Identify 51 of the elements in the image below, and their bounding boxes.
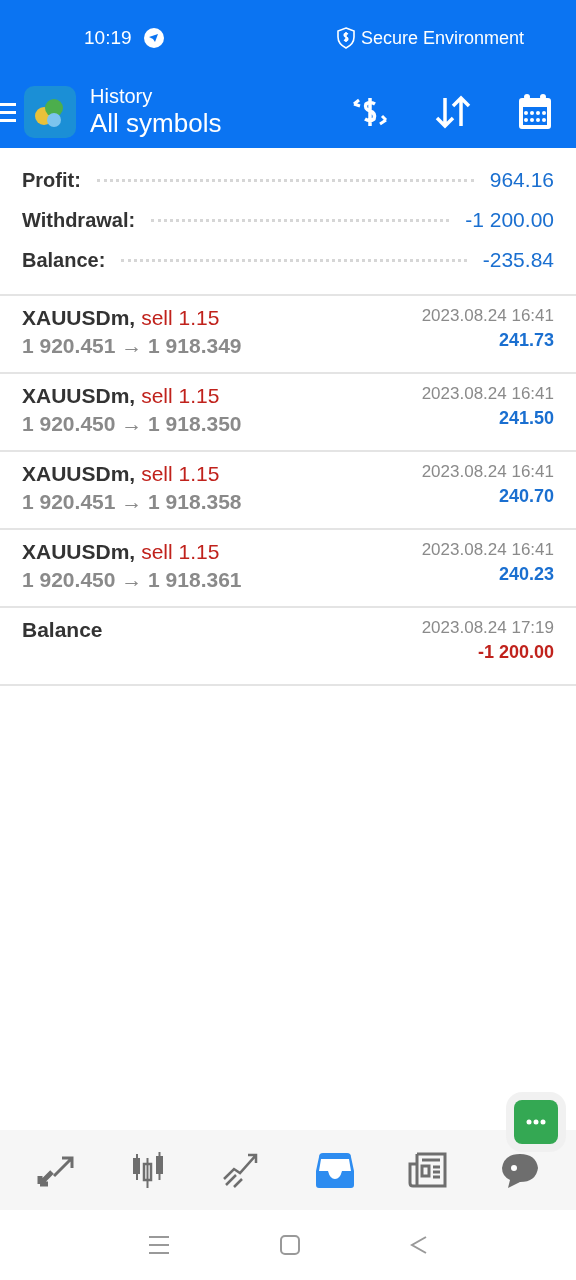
deal-time: 2023.08.24 16:41	[421, 462, 554, 482]
deal-symbol: XAUUSDm,	[22, 306, 136, 330]
deal-time: 2023.08.24 16:41	[421, 384, 554, 404]
deal-time: 2023.08.24 16:41	[421, 540, 554, 560]
deal-symbol: XAUUSDm,	[22, 384, 136, 408]
summary-value: 964.16	[489, 168, 554, 192]
deal-side: sell 1.15	[141, 306, 220, 330]
deal-prices: 1 920.450 → 1 918.361	[22, 568, 242, 592]
deal-symbol: XAUUSDm,	[22, 540, 136, 564]
nav-tab[interactable]	[313, 1151, 356, 1189]
menu-icon[interactable]	[148, 1235, 170, 1255]
deal-amount: 241.73	[498, 330, 554, 351]
summary-value: -235.84	[482, 248, 554, 272]
deal-row[interactable]: Balance 2023.08.24 17:19 -1 200.00	[0, 608, 576, 686]
menu-icon[interactable]	[0, 100, 16, 124]
deal-time: 2023.08.24 16:41	[421, 306, 554, 326]
deal-side: sell 1.15	[141, 384, 220, 408]
deal-prices: 1 920.451 → 1 918.349	[22, 334, 242, 358]
summary-value: -1 200.00	[465, 208, 554, 232]
deal-prices: 1 920.450 → 1 918.350	[22, 412, 242, 436]
app-logo-icon	[24, 86, 76, 138]
deal-type: Balance	[22, 618, 103, 642]
deal-row[interactable]: XAUUSDm, sell 1.15 1 920.451 → 1 918.349 2023.08.24 16:41 241.73	[0, 296, 576, 374]
summary-label: Profit:	[22, 168, 81, 192]
home-icon[interactable]	[280, 1235, 300, 1255]
sort-arrows-icon[interactable]	[434, 94, 472, 130]
deal-prices: 1 920.451 → 1 918.358	[22, 490, 242, 514]
back-icon[interactable]	[410, 1235, 428, 1255]
nav-tab[interactable]	[406, 1150, 449, 1190]
newspaper-icon	[406, 1150, 449, 1190]
inbox-icon	[313, 1151, 356, 1189]
summary-label: Withdrawal:	[22, 208, 136, 232]
deal-amount: 240.23	[498, 564, 554, 585]
calendar-icon[interactable]	[516, 93, 554, 131]
deal-row[interactable]: XAUUSDm, sell 1.15 1 920.451 → 1 918.358 2023.08.24 16:41 240.70	[0, 452, 576, 530]
deal-amount: 240.70	[498, 486, 554, 507]
symbol-filter[interactable]: All symbols	[90, 108, 222, 139]
secure-label: Secure Environment	[360, 27, 524, 49]
summary-label: Balance:	[22, 248, 106, 272]
screen-title: History	[90, 85, 154, 108]
deal-side: sell 1.15	[141, 540, 220, 564]
shield-icon	[336, 27, 355, 49]
deal-amount: 241.50	[498, 408, 554, 429]
clock: 10:19	[84, 27, 132, 49]
deal-time: 2023.08.24 17:19	[421, 618, 554, 638]
deal-amount: -1 200.00	[477, 642, 554, 663]
deal-symbol: XAUUSDm,	[22, 462, 136, 486]
deal-side: sell 1.15	[141, 462, 220, 486]
more-dots-icon	[526, 1119, 546, 1125]
deal-row[interactable]: XAUUSDm, sell 1.15 1 920.450 → 1 918.350 2023.08.24 16:41 241.50	[0, 374, 576, 452]
deal-row[interactable]: XAUUSDm, sell 1.15 1 920.450 → 1 918.361 2023.08.24 16:41 240.23	[0, 530, 576, 608]
